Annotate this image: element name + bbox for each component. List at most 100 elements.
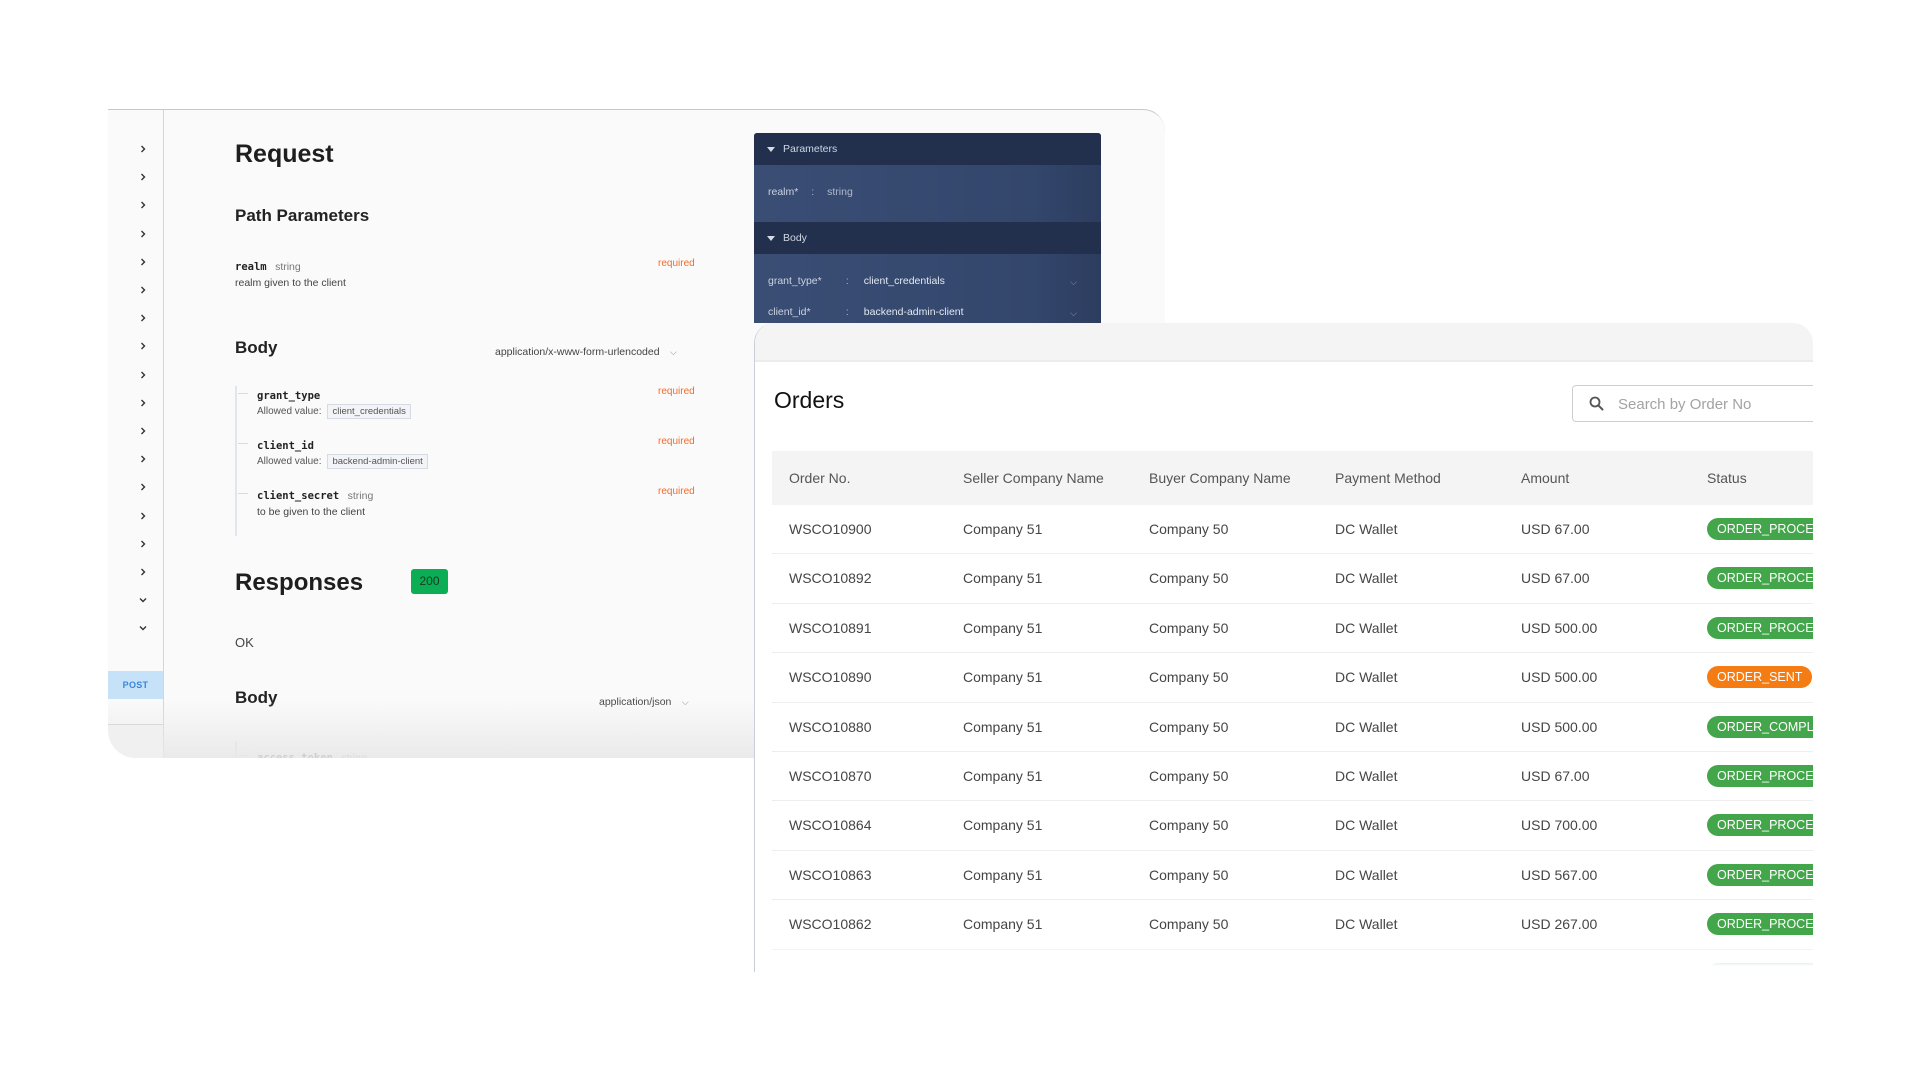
body-section-toggle[interactable]: Body [754,222,1101,254]
parameters-section-toggle[interactable]: Parameters [754,133,1101,165]
status-badge: ORDER_SENT [1707,666,1813,689]
sidebar-item-collapsed[interactable] [138,144,150,154]
buyer-cell: Company 50 [1149,866,1229,883]
field-client-secret: client_secret string [257,486,373,504]
chevron-right-icon [141,286,146,294]
seller-cell: Company 51 [963,669,1043,686]
sidebar-item-expanded[interactable] [138,595,150,605]
amount-cell: USD 67.00 [1521,521,1590,537]
column-header-seller[interactable]: Seller Company Name [963,451,1104,505]
chevron-right-icon [141,145,146,153]
table-row[interactable]: WSCO10890 Company 51 Company 50 DC Wallet US… [772,653,1813,703]
column-header-payment[interactable]: Payment Method [1335,451,1441,505]
amount-cell: USD 67.00 [1521,767,1590,784]
param-value-input[interactable]: string [827,186,853,198]
tree-branch [238,393,248,394]
buyer-cell: Company 50 [1149,669,1229,686]
column-header-order-no[interactable]: Order No. [789,451,850,505]
sidebar-item-collapsed[interactable] [138,257,150,267]
caret-down-icon [767,235,775,241]
buyer-cell: Company 50 [1149,916,1229,933]
parameters-label: Parameters [783,143,838,155]
chevron-down-icon[interactable]: ⌵ [1070,308,1077,319]
sidebar-item-collapsed[interactable] [138,567,150,577]
order-no-cell: WSCO10864 [789,817,872,834]
body-content-type-select[interactable]: application/x-www-form-urlencoded ⌵ [495,342,677,360]
column-header-buyer[interactable]: Buyer Company Name [1149,451,1291,505]
chevron-right-icon [141,455,146,463]
orders-panel: Orders Order No. Seller Company Name Buy… [754,323,1813,972]
body-row-client-id[interactable]: client_id* : backend-admin-client [768,306,1088,318]
try-it-panel: Parameters realm* : string Body grant_ty… [754,133,1101,323]
order-no-cell: WSCO10891 [789,619,872,636]
payment-method-cell: DC Wallet [1335,521,1398,537]
table-row[interactable]: WSCO10864 Company 51 Company 50 DC Wallet US… [772,801,1813,851]
sidebar-item-collapsed[interactable] [138,341,150,351]
table-row[interactable]: WSCO10900 Company 51 Company 50 DC Wallet US… [772,505,1813,555]
table-row[interactable]: WSCO10892 Company 51 Company 50 DC Wallet US… [772,554,1813,604]
chevron-right-icon [141,427,146,435]
field-value-select[interactable]: client_credentials [864,275,945,287]
page-title: Orders [774,387,845,413]
sidebar-item-collapsed[interactable] [138,172,150,182]
status-badge: ORDER_PROCESSING [1707,567,1813,590]
order-no-cell: WSCO10880 [789,718,872,735]
request-title: Request [235,140,334,168]
chevron-right-icon [141,201,146,209]
chevron-down-icon[interactable]: ⌵ [1070,277,1077,288]
seller-cell: Company 51 [963,718,1043,735]
doc-sidebar [108,110,164,758]
sidebar-item-collapsed[interactable] [138,398,150,408]
search-box[interactable] [1572,385,1813,423]
sidebar-item-collapsed[interactable] [138,313,150,323]
payment-method-cell: DC Wallet [1335,669,1398,686]
sidebar-item-collapsed[interactable] [138,426,150,436]
field-value-select[interactable]: backend-admin-client [864,306,964,318]
table-row[interactable]: WSCO10880 Company 51 Company 50 DC Wallet US… [772,703,1813,752]
status-code-badge[interactable]: 200 [411,569,448,594]
search-input[interactable] [1616,386,1813,423]
chevron-right-icon [141,512,146,520]
caret-down-icon [767,146,775,152]
sidebar-item-expanded[interactable] [138,623,150,633]
table-header: Order No. Seller Company Name Buyer Comp… [772,451,1813,505]
sidebar-item-post[interactable]: POST [108,671,163,699]
order-no-cell: WSCO10890 [789,669,872,686]
required-label: required [658,436,695,447]
param-row-realm[interactable]: realm* : string [768,186,853,198]
allowed-label: Allowed value: [257,456,322,467]
buyer-cell: Company 50 [1149,521,1229,537]
sidebar-item-collapsed[interactable] [138,454,150,464]
chevron-right-icon [141,568,146,576]
tree-branch [238,443,248,444]
order-no-cell: WSCO10900 [789,521,872,537]
body-row-grant-type[interactable]: grant_type* : client_credentials [768,275,1088,287]
column-header-status[interactable]: Status [1707,451,1747,505]
table-row[interactable]: WSCO10863 Company 51 Company 50 DC Wallet US… [772,851,1813,901]
chevron-right-icon [141,314,146,322]
allowed-value-row: Allowed value: backend-admin-client [257,454,428,469]
sidebar-item-collapsed[interactable] [138,370,150,380]
chevron-down-icon [139,598,147,603]
table-row[interactable]: WSCO10891 Company 51 Company 50 DC Wallet US… [772,604,1813,654]
field-grant-type: grant_type [257,386,320,404]
table-row[interactable]: WSCO10870 Company 51 Company 50 DC Wallet US… [772,752,1813,802]
sidebar-item-collapsed[interactable] [138,539,150,549]
sidebar-item-collapsed[interactable] [138,229,150,239]
status-badge: ORDER_PROCESSING [1707,863,1813,886]
payment-method-cell: DC Wallet [1335,817,1398,834]
status-badge: ORDER_PROCESSING [1707,616,1813,639]
body-title: Body [235,338,278,357]
payment-method-cell: DC Wallet [1335,916,1398,933]
sidebar-item-collapsed[interactable] [138,511,150,521]
allowed-value-row: Allowed value: client_credentials [257,404,411,419]
allowed-label: Allowed value: [257,406,322,417]
sidebar-item-collapsed[interactable] [138,482,150,492]
column-header-amount[interactable]: Amount [1521,451,1569,505]
chevron-right-icon [141,540,146,548]
sidebar-item-collapsed[interactable] [138,200,150,210]
sidebar-item-collapsed[interactable] [138,285,150,295]
param-name: realm* [768,186,799,198]
content-type-value: application/x-www-form-urlencoded [495,346,660,358]
scroll-fade [755,943,1813,972]
